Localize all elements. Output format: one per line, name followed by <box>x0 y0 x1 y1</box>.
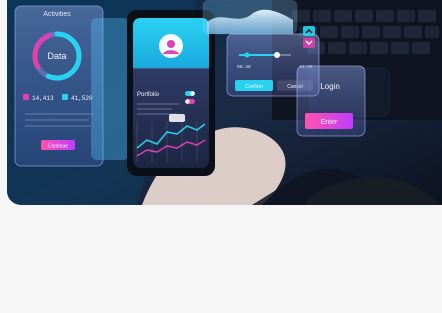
login-enter-label: Enter <box>321 119 338 126</box>
phone-portfolio-label: Portfolio <box>137 92 160 98</box>
chevron-down-icon[interactable] <box>303 38 315 48</box>
toggle-icon-b[interactable] <box>185 99 195 104</box>
toggle-icon-a[interactable] <box>185 91 195 96</box>
wave-panel <box>202 0 298 35</box>
login-title: Login <box>320 82 340 91</box>
activities-stat-b: 41,520 <box>71 95 93 102</box>
controls-value-left: 08:48 <box>237 64 251 70</box>
activities-ring-label: Data <box>47 51 66 61</box>
controls-confirm-label: Confirm <box>245 84 263 90</box>
hero-card: Activities Data 14,413 41,520 Continue P… <box>7 0 442 205</box>
blank-area <box>0 205 442 313</box>
login-panel: Login Enter <box>296 65 366 137</box>
activities-continue-label: Continue <box>48 144 68 150</box>
hero-image: Activities Data 14,413 41,520 Continue P… <box>7 0 442 205</box>
activities-title: Activities <box>43 11 71 18</box>
phone: Portfolio <box>127 10 215 176</box>
activities-panel: Activities Data 14,413 41,520 Continue <box>14 5 104 167</box>
activities-stat-a: 14,413 <box>32 95 54 102</box>
controls-slider-handle[interactable] <box>274 52 280 58</box>
chevron-up-icon[interactable] <box>303 26 315 36</box>
